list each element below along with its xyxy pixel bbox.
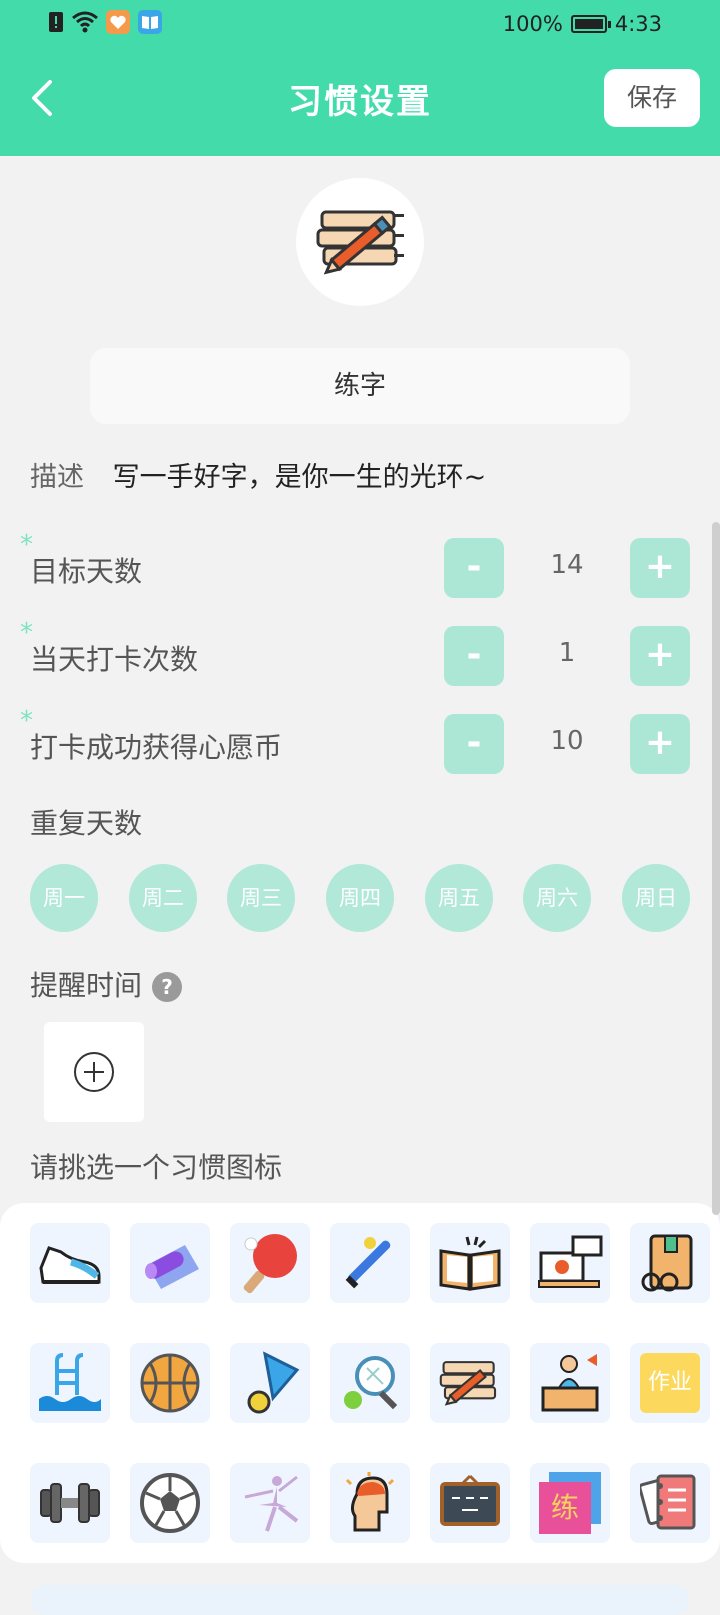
- reminder-time-label: 提醒时间: [30, 969, 143, 1002]
- health-app-icon: [106, 10, 130, 38]
- badminton-icon: [247, 1351, 300, 1414]
- teacher-desk-icon: [541, 1354, 599, 1412]
- ping-pong-icon: [243, 1234, 297, 1294]
- target-days-label: 目标天数: [30, 555, 143, 588]
- practice-card-icon: 练: [539, 1472, 601, 1534]
- online-class-icon: [538, 1235, 603, 1288]
- habit-name-input[interactable]: 练字: [90, 348, 630, 424]
- description-label: 描述: [30, 462, 84, 493]
- icon-option[interactable]: [430, 1343, 510, 1423]
- icon-option[interactable]: [230, 1463, 310, 1543]
- icon-picker-label: 请挑选一个习惯图标: [30, 1151, 283, 1184]
- icon-option[interactable]: [30, 1343, 110, 1423]
- yoga-mat-icon: [145, 1245, 199, 1289]
- description-text[interactable]: 写一手好字，是你一生的光环~: [113, 462, 487, 493]
- header: 习惯设置 保存: [0, 48, 720, 156]
- sneaker-icon: [39, 1246, 101, 1284]
- wish-coins-value: 10: [550, 726, 584, 756]
- battery-icon: [570, 15, 611, 33]
- target-days-minus-button[interactable]: -: [444, 538, 504, 598]
- icon-option[interactable]: [130, 1463, 210, 1543]
- dumbbell-icon: [40, 1483, 100, 1523]
- wish-coins-minus-button[interactable]: -: [444, 714, 504, 774]
- icon-option[interactable]: [330, 1463, 410, 1543]
- wish-coins-plus-button[interactable]: +: [630, 714, 690, 774]
- basketball-icon: [140, 1353, 200, 1413]
- daily-checkins-label: 当天打卡次数: [30, 643, 199, 676]
- icon-option[interactable]: [530, 1223, 610, 1303]
- day-tuesday[interactable]: 周二: [129, 864, 197, 932]
- ballet-icon: [244, 1475, 299, 1532]
- homework-icon: 作业: [640, 1353, 700, 1413]
- icon-option[interactable]: [630, 1463, 710, 1543]
- bottom-action-bar[interactable]: [30, 1585, 690, 1615]
- icon-option[interactable]: [230, 1223, 310, 1303]
- day-saturday[interactable]: 周六: [523, 864, 591, 932]
- daily-checkins-minus-button[interactable]: -: [444, 626, 504, 686]
- repeat-days-selector: 周一 周二 周三 周四 周五 周六 周日: [30, 864, 692, 932]
- scrollbar[interactable]: [712, 522, 720, 1215]
- baseball-bat-icon: [345, 1237, 391, 1289]
- soccer-icon: [140, 1473, 200, 1533]
- reader-app-icon: [138, 10, 162, 38]
- open-book-icon: [439, 1236, 501, 1291]
- school-bag-icon: [641, 1234, 693, 1292]
- tennis-icon: [344, 1356, 398, 1410]
- target-days-value: 14: [550, 550, 584, 580]
- day-monday[interactable]: 周一: [30, 864, 98, 932]
- reminder-time-row: 提醒时间?: [30, 964, 183, 1004]
- icon-picker-panel: 作业 练: [0, 1203, 720, 1563]
- icon-option[interactable]: [530, 1343, 610, 1423]
- repeat-days-label: 重复天数: [30, 807, 143, 840]
- swimming-icon: [39, 1353, 101, 1411]
- save-button[interactable]: 保存: [604, 69, 700, 127]
- help-icon[interactable]: ?: [152, 972, 183, 1002]
- daily-checkins-value: 1: [558, 638, 576, 668]
- target-days-plus-button[interactable]: +: [630, 538, 690, 598]
- add-reminder-button[interactable]: [44, 1022, 144, 1122]
- status-time: 4:33: [614, 12, 662, 36]
- wish-coins-label: 打卡成功获得心愿币: [30, 731, 283, 764]
- icon-option[interactable]: [130, 1343, 210, 1423]
- alert-icon: [48, 11, 64, 37]
- icon-option[interactable]: [430, 1223, 510, 1303]
- calligraphy-icon: [439, 1361, 497, 1406]
- battery-percent: 100%: [502, 12, 563, 36]
- wish-coins-row: * 打卡成功获得心愿币 - 10 +: [0, 706, 720, 774]
- icon-option[interactable]: [330, 1343, 410, 1423]
- daily-checkins-plus-button[interactable]: +: [630, 626, 690, 686]
- blackboard-icon: [440, 1474, 500, 1526]
- notebook-icon: [640, 1474, 696, 1530]
- icon-option[interactable]: [330, 1223, 410, 1303]
- wifi-icon: [72, 11, 98, 37]
- icon-option[interactable]: [30, 1463, 110, 1543]
- day-wednesday[interactable]: 周三: [227, 864, 295, 932]
- target-days-row: * 目标天数 - 14 +: [0, 530, 720, 598]
- calligraphy-icon: [316, 210, 404, 275]
- icon-option[interactable]: 练: [530, 1463, 610, 1543]
- icon-option[interactable]: [630, 1223, 710, 1303]
- habit-avatar[interactable]: [296, 178, 424, 306]
- day-sunday[interactable]: 周日: [622, 864, 690, 932]
- icon-option[interactable]: [430, 1463, 510, 1543]
- thinking-icon: [345, 1472, 395, 1532]
- plus-circle-icon: [74, 1052, 114, 1092]
- day-thursday[interactable]: 周四: [326, 864, 394, 932]
- icon-option[interactable]: [130, 1223, 210, 1303]
- description-row[interactable]: 描述 写一手好字，是你一生的光环~: [30, 455, 486, 494]
- status-bar: 100% 4:33: [0, 0, 720, 48]
- icon-option[interactable]: 作业: [630, 1343, 710, 1423]
- day-friday[interactable]: 周五: [425, 864, 493, 932]
- daily-checkins-row: * 当天打卡次数 - 1 +: [0, 618, 720, 686]
- icon-option[interactable]: [30, 1223, 110, 1303]
- icon-option[interactable]: [230, 1343, 310, 1423]
